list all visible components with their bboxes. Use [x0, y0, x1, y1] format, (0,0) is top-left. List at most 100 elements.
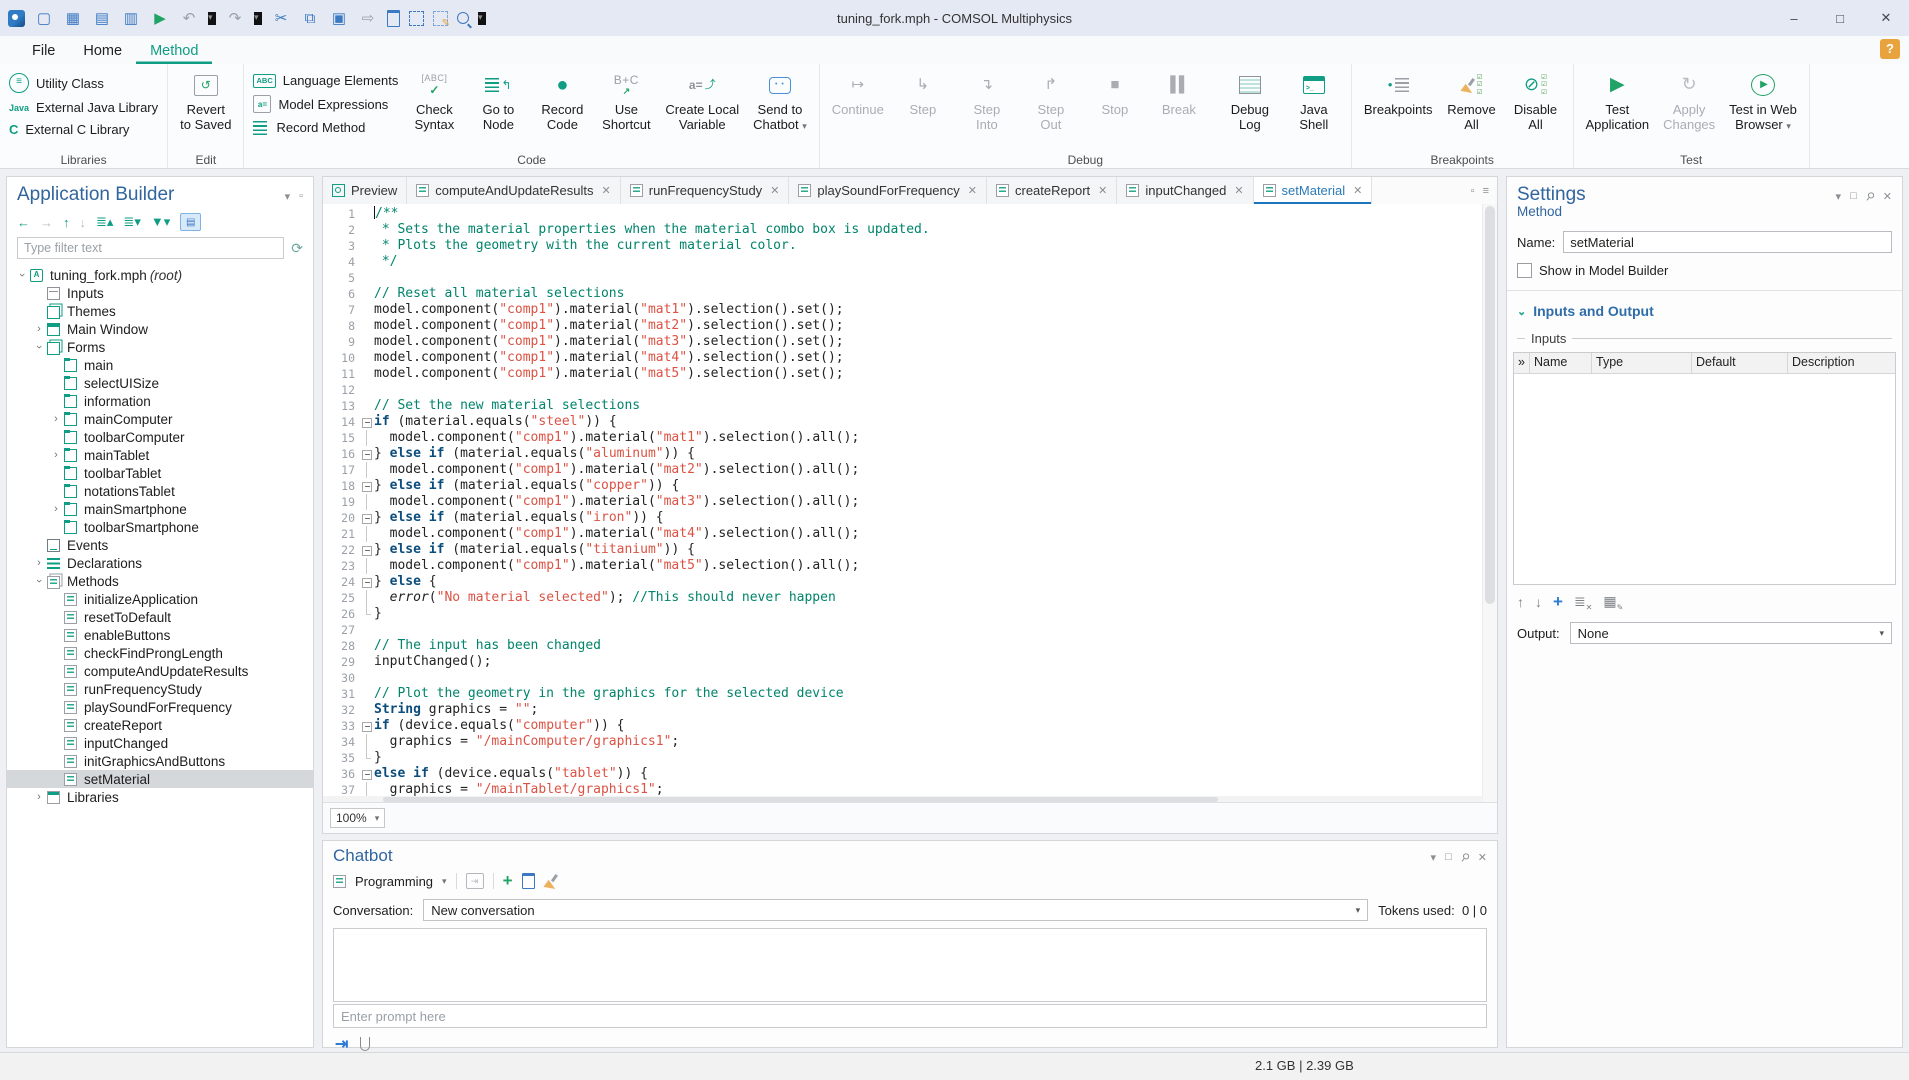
filter-icon[interactable]: ▼▾: [151, 214, 170, 230]
clear-conversation-icon[interactable]: [544, 874, 558, 888]
vertical-scrollbar[interactable]: [1482, 204, 1497, 803]
tree-item-toolbarComputer[interactable]: toolbarComputer: [7, 428, 313, 446]
tree-item-mainTablet[interactable]: ›mainTablet: [7, 446, 313, 464]
move-up-icon[interactable]: ↑: [1517, 594, 1524, 610]
maximize-button[interactable]: □: [1817, 0, 1863, 36]
tree-item-mainComputer[interactable]: ›mainComputer: [7, 410, 313, 428]
tree-item-Main Window[interactable]: ›Main Window: [7, 320, 313, 338]
editor-menu-icon[interactable]: ≡: [1483, 185, 1489, 197]
external-java-library-button[interactable]: JavaExternal Java Library: [5, 99, 162, 116]
tree-item-inputChanged[interactable]: inputChanged: [7, 734, 313, 752]
fold-toggle-icon[interactable]: [360, 478, 374, 494]
create-local-variable-button[interactable]: a=⤴Create Local Variable: [658, 67, 746, 133]
tree-filter-input[interactable]: [17, 237, 284, 259]
use-shortcut-button[interactable]: B+C↗Use Shortcut: [594, 67, 658, 133]
insert-to-method-icon[interactable]: ⇥: [466, 873, 484, 889]
close-icon[interactable]: ✕: [1478, 851, 1487, 864]
close-icon[interactable]: ✕: [602, 184, 611, 197]
delete-input-icon[interactable]: ≣✕: [1574, 593, 1592, 612]
minimize-button[interactable]: –: [1771, 0, 1817, 36]
tree-item-resetToDefault[interactable]: resetToDefault: [7, 608, 313, 626]
close-icon[interactable]: ✕: [770, 184, 779, 197]
delete-conversation-icon[interactable]: [522, 873, 535, 889]
run-icon[interactable]: ▶: [150, 8, 170, 28]
tree-item-toolbarTablet[interactable]: toolbarTablet: [7, 464, 313, 482]
forward-icon[interactable]: →: [40, 215, 53, 230]
utility-class-button[interactable]: ≡Utility Class: [5, 72, 162, 94]
external-c-library-button[interactable]: CExternal C Library: [5, 121, 162, 138]
tree-item-Libraries[interactable]: ›Libraries: [7, 788, 313, 806]
tree-chevron-icon[interactable]: ›: [32, 341, 46, 353]
test-application-button[interactable]: ▶Test Application: [1579, 67, 1657, 133]
fold-toggle-icon[interactable]: [360, 446, 374, 462]
editor-tab-inputChanged[interactable]: inputChanged✕: [1117, 177, 1253, 204]
test-in-web-browser-button[interactable]: ▶Test in Web Browser ▾: [1722, 67, 1804, 133]
fold-toggle-icon[interactable]: [360, 414, 374, 430]
tree-item-Themes[interactable]: Themes: [7, 302, 313, 320]
record-method-button[interactable]: Record Method: [249, 119, 402, 136]
redo-icon[interactable]: ↷: [225, 8, 245, 28]
tree-item-toolbarSmartphone[interactable]: toolbarSmartphone: [7, 518, 313, 536]
move-down-icon[interactable]: ↓: [1535, 594, 1542, 610]
remove-all-button[interactable]: ☑☑☑Remove All: [1440, 67, 1504, 133]
tree-chevron-icon[interactable]: ›: [32, 575, 46, 587]
edit-input-icon[interactable]: ▦✎: [1603, 593, 1623, 612]
fold-toggle-icon[interactable]: [360, 574, 374, 590]
tree-item-setMaterial[interactable]: setMaterial: [7, 770, 313, 788]
editor-tab-runFrequencyStudy[interactable]: runFrequencyStudy✕: [621, 177, 790, 204]
new-file-icon[interactable]: ▢: [34, 8, 54, 28]
conversation-dropdown[interactable]: New conversation ▾: [423, 899, 1368, 921]
redo-caret-icon[interactable]: ▾: [254, 12, 262, 25]
pin-icon[interactable]: ⚲: [1862, 189, 1877, 204]
chatbot-mode-dropdown[interactable]: Programming: [355, 874, 433, 889]
tree-item-runFrequencyStudy[interactable]: runFrequencyStudy: [7, 680, 313, 698]
panel-float-icon[interactable]: □: [1445, 851, 1452, 864]
brush-select-icon[interactable]: [433, 11, 448, 26]
menu-tab-file[interactable]: File: [18, 36, 69, 64]
tree-item-checkFindProngLength[interactable]: checkFindProngLength: [7, 644, 313, 662]
fold-toggle-icon[interactable]: [360, 542, 374, 558]
code-editor[interactable]: 1/**2 * Sets the material properties whe…: [323, 204, 1483, 803]
cut-icon[interactable]: ✂: [271, 8, 291, 28]
copy-icon[interactable]: ⧉: [300, 8, 320, 28]
pin-icon[interactable]: ⚲: [1457, 850, 1472, 865]
save-icon[interactable]: ▤: [92, 8, 112, 28]
tree-item-Inputs[interactable]: Inputs: [7, 284, 313, 302]
tree-item-Methods[interactable]: ›Methods: [7, 572, 313, 590]
tree-chevron-icon[interactable]: ›: [49, 413, 63, 425]
editor-tab-playSoundForFrequency[interactable]: playSoundForFrequency✕: [789, 177, 987, 204]
send-to-chatbot-button[interactable]: • •Send to Chatbot ▾: [746, 67, 814, 133]
tree-item-initializeApplication[interactable]: initializeApplication: [7, 590, 313, 608]
duplicate-icon[interactable]: ⇨: [358, 8, 378, 28]
tree-item-initGraphicsAndButtons[interactable]: initGraphicsAndButtons: [7, 752, 313, 770]
show-in-model-builder-checkbox[interactable]: [1517, 263, 1532, 278]
close-button[interactable]: ✕: [1863, 0, 1909, 36]
float-editor-icon[interactable]: ▫: [1471, 185, 1475, 197]
disable-all-button[interactable]: ⊘☑☑☑Disable All: [1504, 67, 1568, 133]
back-icon[interactable]: ←: [17, 215, 30, 230]
tree-item-Events[interactable]: Events: [7, 536, 313, 554]
tree-item-createReport[interactable]: createReport: [7, 716, 313, 734]
tree-item-selectUISize[interactable]: selectUISize: [7, 374, 313, 392]
undo-icon[interactable]: ↶: [179, 8, 199, 28]
panel-float-icon[interactable]: □: [1850, 190, 1857, 203]
panel-collapse-icon[interactable]: ▾: [285, 190, 291, 203]
send-prompt-icon[interactable]: ⇥: [335, 1034, 348, 1054]
close-icon[interactable]: ✕: [1098, 184, 1107, 197]
delete-icon[interactable]: [387, 10, 400, 27]
tree-item-mainSmartphone[interactable]: ›mainSmartphone: [7, 500, 313, 518]
editor-tab-Preview[interactable]: Preview: [323, 177, 407, 204]
inputs-and-output-section[interactable]: ⌄ Inputs and Output: [1507, 299, 1902, 323]
fold-toggle-icon[interactable]: [360, 510, 374, 526]
check-syntax-button[interactable]: [ABC]✓Check Syntax: [402, 67, 466, 133]
tree-item-computeAndUpdateResults[interactable]: computeAndUpdateResults: [7, 662, 313, 680]
tree-item-main[interactable]: main: [7, 356, 313, 374]
show-grid-icon[interactable]: ▤: [180, 213, 201, 231]
editor-tab-createReport[interactable]: createReport✕: [987, 177, 1117, 204]
paste-icon[interactable]: ▣: [329, 8, 349, 28]
model-expressions-button[interactable]: a=Model Expressions: [249, 94, 402, 114]
zoom-control[interactable]: 100% ▾: [330, 808, 385, 828]
method-name-field[interactable]: [1563, 231, 1892, 253]
add-input-icon[interactable]: +: [1553, 592, 1563, 612]
close-icon[interactable]: ✕: [1883, 190, 1892, 203]
